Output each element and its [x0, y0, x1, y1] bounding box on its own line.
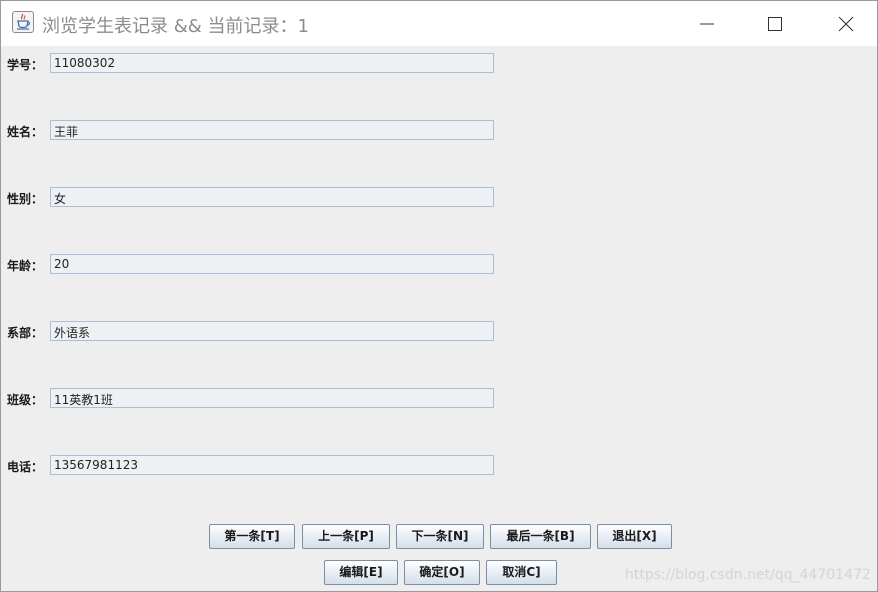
department-field[interactable]: 外语系 — [50, 321, 494, 341]
watermark-text: https://blog.csdn.net/qq_44701472 — [625, 567, 871, 583]
class-field[interactable]: 11英教1班 — [50, 388, 494, 408]
maximize-button[interactable] — [751, 1, 797, 46]
field-row-student-id: 学号： 11080302 — [1, 53, 501, 75]
close-icon — [838, 16, 854, 32]
field-row-name: 姓名： 王菲 — [1, 120, 501, 142]
field-row-age: 年龄： 20 — [1, 254, 501, 276]
name-field[interactable]: 王菲 — [50, 120, 494, 140]
next-record-button[interactable]: 下一条[N] — [396, 524, 484, 549]
last-record-button[interactable]: 最后一条[B] — [490, 524, 591, 549]
previous-record-button[interactable]: 上一条[P] — [302, 524, 390, 549]
age-label: 年龄： — [7, 259, 44, 273]
java-app-icon — [12, 11, 34, 33]
name-label: 姓名： — [7, 125, 44, 139]
minimize-button[interactable] — [683, 1, 729, 46]
field-row-phone: 电话： 13567981123 — [1, 455, 501, 477]
class-label: 班级： — [7, 393, 44, 407]
close-button[interactable] — [822, 1, 868, 46]
phone-label: 电话： — [7, 460, 44, 474]
age-field[interactable]: 20 — [50, 254, 494, 274]
gender-field[interactable]: 女 — [50, 187, 494, 207]
field-row-department: 系部： 外语系 — [1, 321, 501, 343]
edit-button[interactable]: 编辑[E] — [324, 560, 398, 585]
confirm-button[interactable]: 确定[O] — [404, 560, 480, 585]
department-label: 系部： — [7, 326, 44, 340]
field-row-class: 班级： 11英教1班 — [1, 388, 501, 410]
first-record-button[interactable]: 第一条[T] — [209, 524, 295, 549]
maximize-icon — [768, 17, 782, 31]
form-panel: 学号： 11080302 姓名： 王菲 性别： 女 年龄： 20 系部： 外语系… — [1, 46, 877, 591]
gender-label: 性别： — [7, 192, 44, 206]
minimize-icon — [700, 23, 714, 25]
phone-field[interactable]: 13567981123 — [50, 455, 494, 475]
title-bar[interactable]: 浏览学生表记录 && 当前记录：1 — [1, 1, 877, 46]
student-id-field[interactable]: 11080302 — [50, 53, 494, 73]
window-title: 浏览学生表记录 && 当前记录：1 — [42, 16, 309, 37]
student-browse-window: 浏览学生表记录 && 当前记录：1 学号： 11080302 姓名： 王菲 性别… — [0, 0, 878, 592]
student-id-label: 学号： — [7, 58, 44, 72]
field-row-gender: 性别： 女 — [1, 187, 501, 209]
cancel-button[interactable]: 取消C] — [486, 560, 557, 585]
exit-button[interactable]: 退出[X] — [597, 524, 672, 549]
